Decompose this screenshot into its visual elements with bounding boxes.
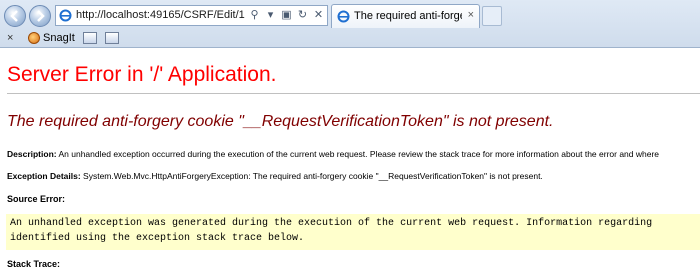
page-title: Server Error in '/' Application. [7, 63, 277, 86]
description-text: An unhandled exception occurred during t… [56, 149, 660, 159]
back-button[interactable] [4, 5, 26, 27]
snagit-icon [28, 32, 40, 44]
toolbar-icon-1[interactable] [82, 32, 97, 44]
tab-title: The required anti-forgery c... [354, 10, 462, 22]
compat-icon[interactable]: ▣ [280, 8, 293, 23]
description-label: Description: [7, 149, 57, 159]
command-bar: × SnagIt [0, 29, 700, 47]
ie-page-icon [337, 10, 350, 23]
stop-icon[interactable]: ✕ [312, 8, 325, 23]
page-content: Server Error in '/' Application. The req… [0, 48, 700, 269]
exception-label: Exception Details: [7, 171, 81, 181]
back-arrow-icon [10, 10, 18, 22]
exception-text: System.Web.Mvc.HttpAntiForgeryException:… [80, 171, 543, 181]
divider [7, 93, 700, 94]
error-message: The required anti-forgery cookie "__Requ… [7, 113, 554, 130]
address-url[interactable]: http://localhost:49165/CSRF/Edit/1 [76, 9, 245, 21]
refresh-icon[interactable]: ↻ [296, 8, 309, 23]
source-error-label: Source Error: [7, 194, 66, 204]
dropdown-icon[interactable]: ▾ [264, 8, 277, 23]
browser-chrome: http://localhost:49165/CSRF/Edit/1 ⚲ ▾ ▣… [0, 0, 700, 48]
tab-close-icon[interactable]: × [468, 9, 474, 21]
forward-button[interactable] [29, 5, 51, 27]
snagit-button[interactable]: SnagIt [28, 32, 75, 44]
tab-active[interactable]: The required anti-forgery c... × [331, 4, 480, 28]
toolbar-close-icon[interactable]: × [7, 32, 19, 44]
search-icon[interactable]: ⚲ [248, 8, 261, 23]
exception-line: Exception Details: System.Web.Mvc.HttpAn… [7, 171, 543, 181]
source-error-line: identified using the exception stack tra… [10, 233, 305, 244]
description-line: Description: An unhandled exception occu… [7, 149, 659, 159]
ie-page-icon [59, 9, 72, 22]
stack-trace-label: Stack Trace: [7, 259, 61, 269]
address-tools: ⚲ ▾ ▣ ↻ ✕ [248, 8, 325, 23]
address-bar[interactable]: http://localhost:49165/CSRF/Edit/1 ⚲ ▾ ▣… [55, 5, 328, 26]
toolbar-icon-2[interactable] [104, 32, 119, 44]
source-error-line: An unhandled exception was generated dur… [10, 218, 653, 229]
forward-arrow-icon [37, 10, 45, 22]
source-error-box: An unhandled exception was generated dur… [6, 214, 700, 250]
new-tab-icon[interactable] [482, 6, 502, 26]
snagit-label: SnagIt [43, 32, 75, 44]
